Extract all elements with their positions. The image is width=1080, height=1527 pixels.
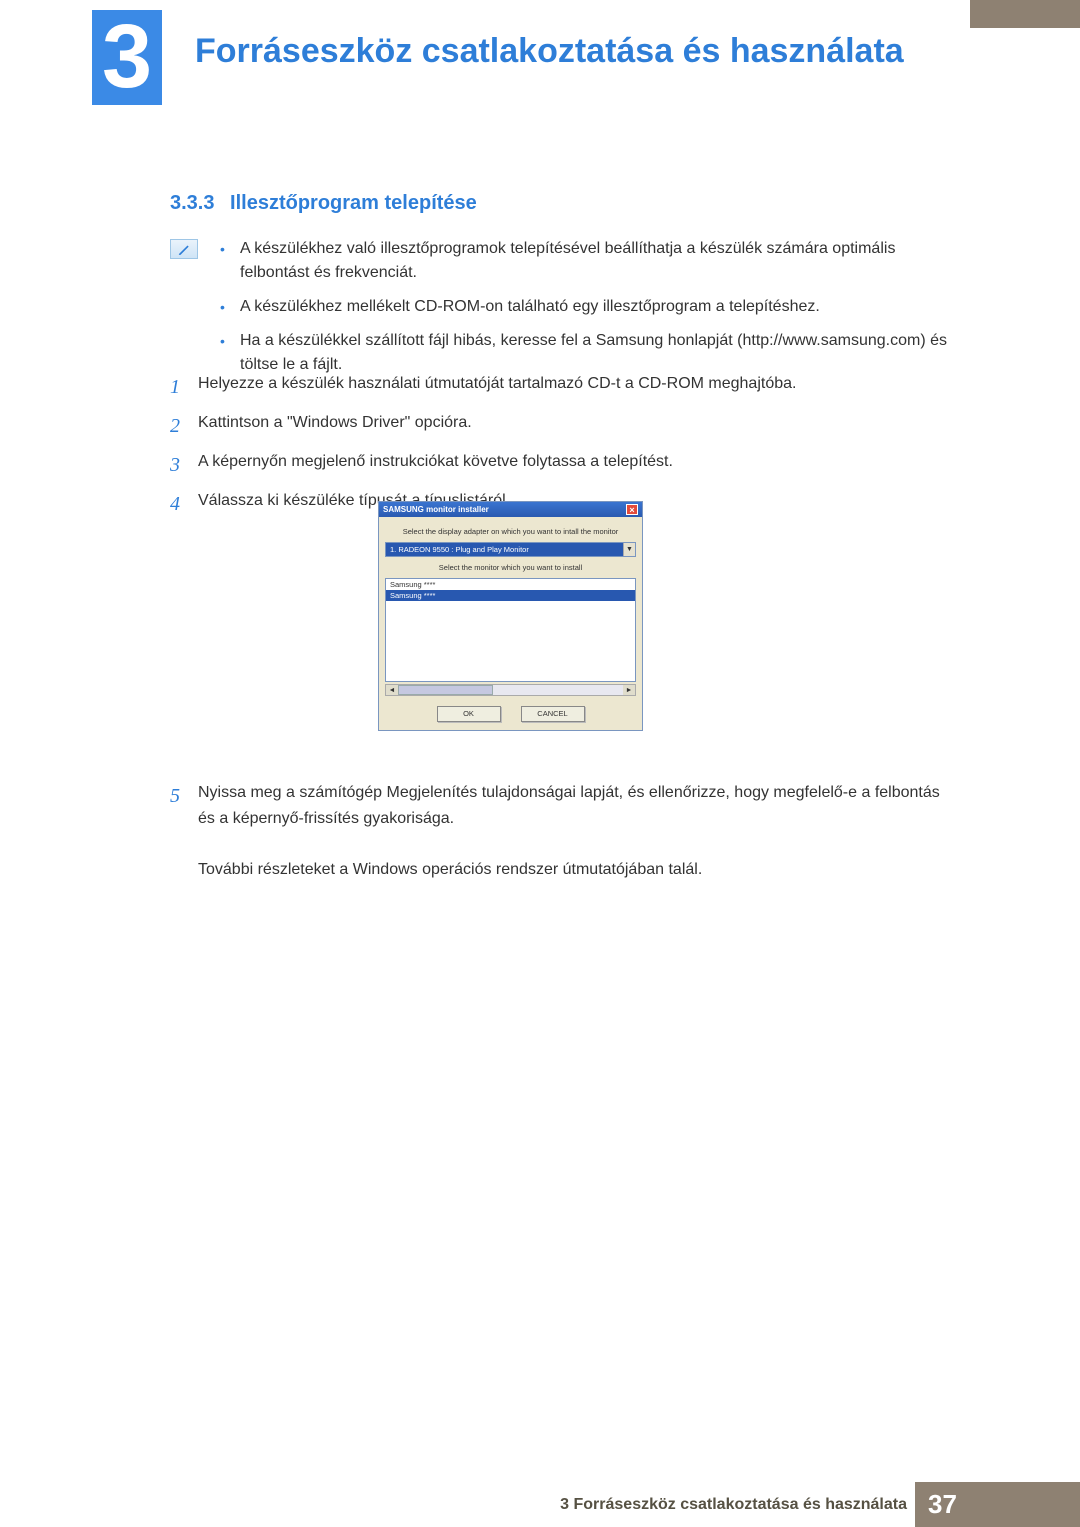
step-text: Kattintson a "Windows Driver" opcióra. xyxy=(198,411,950,442)
list-item[interactable]: Samsung **** xyxy=(386,579,635,590)
chapter-number-box: 3 xyxy=(92,10,162,105)
bullet-item: A készülékhez való illesztőprogramok tel… xyxy=(220,237,950,285)
step-row: 1 Helyezze a készülék használati útmutat… xyxy=(170,372,950,403)
adapter-select-value: 1. RADEON 9550 : Plug and Play Monitor xyxy=(386,543,623,556)
step-text: Helyezze a készülék használati útmutatój… xyxy=(198,372,950,403)
page-footer: 3 Forráseszköz csatlakoztatása és haszná… xyxy=(0,1482,1080,1527)
step-number: 4 xyxy=(170,489,198,520)
step-row: 5 Nyissa meg a számítógép Megjelenítés t… xyxy=(170,780,950,882)
step-number: 1 xyxy=(170,372,198,403)
horizontal-scrollbar[interactable]: ◄ ► xyxy=(385,684,636,696)
note-icon xyxy=(170,239,198,259)
top-right-stripe xyxy=(970,0,1080,28)
chapter-number: 3 xyxy=(92,10,162,105)
steps-after: 5 Nyissa meg a számítógép Megjelenítés t… xyxy=(170,780,950,890)
scroll-right-icon[interactable]: ► xyxy=(623,685,635,695)
installer-label-monitor: Select the monitor which you want to ins… xyxy=(385,563,636,572)
chevron-down-icon[interactable]: ▼ xyxy=(623,543,635,556)
step-row: 2 Kattintson a "Windows Driver" opcióra. xyxy=(170,411,950,442)
section-heading: 3.3.3 Illesztőprogram telepítése xyxy=(170,192,477,215)
installer-titlebar: SAMSUNG monitor installer × xyxy=(379,502,642,517)
step-number: 5 xyxy=(170,780,198,882)
section-number: 3.3.3 xyxy=(170,192,214,214)
chapter-title: Forráseszköz csatlakoztatása és használa… xyxy=(195,32,904,71)
step-text: Nyissa meg a számítógép Megjelenítés tul… xyxy=(198,780,950,882)
page-number: 37 xyxy=(915,1482,970,1527)
section-title: Illesztőprogram telepítése xyxy=(230,192,477,214)
bullet-item: Ha a készülékkel szállított fájl hibás, … xyxy=(220,329,950,377)
step-number: 3 xyxy=(170,450,198,481)
scroll-left-icon[interactable]: ◄ xyxy=(386,685,398,695)
adapter-select[interactable]: 1. RADEON 9550 : Plug and Play Monitor ▼ xyxy=(385,542,636,557)
installer-title: SAMSUNG monitor installer xyxy=(383,505,489,514)
ok-button[interactable]: OK xyxy=(437,706,501,722)
installer-dialog: SAMSUNG monitor installer × Select the d… xyxy=(378,501,643,731)
footer-stripe xyxy=(970,1482,1080,1527)
close-icon[interactable]: × xyxy=(626,504,638,515)
scroll-thumb[interactable] xyxy=(398,685,493,695)
step-row: 3 A képernyőn megjelenő instrukciókat kö… xyxy=(170,450,950,481)
list-item[interactable]: Samsung **** xyxy=(386,590,635,601)
footer-chapter-label: 3 Forráseszköz csatlakoztatása és haszná… xyxy=(560,1496,907,1514)
note-bullets: A készülékhez való illesztőprogramok tel… xyxy=(220,237,950,387)
scroll-track[interactable] xyxy=(398,685,623,695)
step-text: A képernyőn megjelenő instrukciókat köve… xyxy=(198,450,950,481)
cancel-button[interactable]: CANCEL xyxy=(521,706,585,722)
installer-label-adapter: Select the display adapter on which you … xyxy=(385,527,636,536)
step-number: 2 xyxy=(170,411,198,442)
monitor-list[interactable]: Samsung **** Samsung **** xyxy=(385,578,636,682)
bullet-item: A készülékhez mellékelt CD-ROM-on találh… xyxy=(220,295,950,319)
